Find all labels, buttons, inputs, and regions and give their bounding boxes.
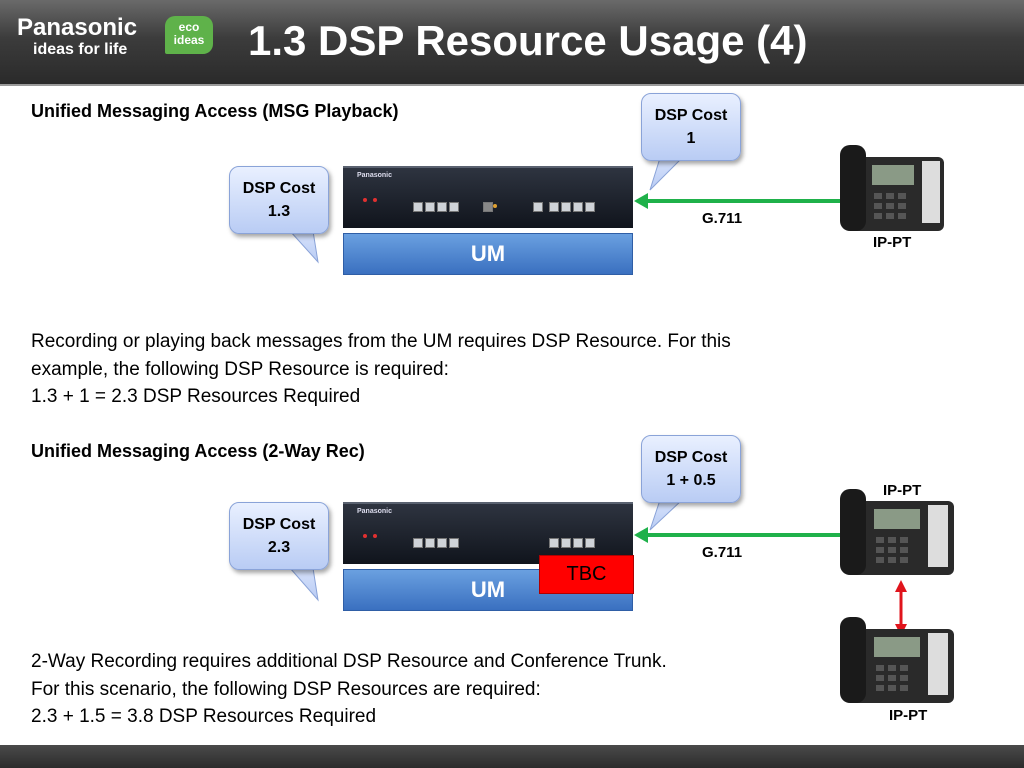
callout-tail-s1-right [649,157,684,191]
codec-label-s1: G.711 [702,210,743,227]
desc-line: example, the following DSP Resource is r… [31,358,449,380]
dsp-cost-callout-phone-s1: DSP Cost 1 [641,93,741,161]
port-icon [425,538,435,548]
led-icon [373,198,377,202]
port-icon [561,538,571,548]
desc-line: 1.3 + 1 = 2.3 DSP Resources Required [31,386,361,407]
device-brand-mark: Panasonic [357,508,393,515]
callout-tail-s2-right [649,499,684,531]
phone-label-s1: IP-PT [873,234,912,251]
section1-description: Recording or playing back messages from … [31,328,731,411]
dsp-cost-callout-um-s1: DSP Cost 1.3 [229,166,329,234]
port-icon [573,538,583,548]
port-icon [413,202,423,212]
callout-line2: 2.3 [267,539,291,556]
led-icon [373,534,377,538]
callout-line1: DSP Cost [654,107,728,124]
port-icon [425,202,435,212]
codec-label-s2: G.711 [702,544,743,561]
port-icon [561,202,571,212]
dsp-cost-callout-um-s2: DSP Cost 2.3 [229,502,329,570]
callout-line1: DSP Cost [654,449,728,466]
phone-bottom-label-s2: IP-PT [889,707,928,724]
port-icon [413,538,423,548]
desc-line: 2.3 + 1.5 = 3.8 DSP Resources Required [31,706,377,727]
port-icon [549,202,559,212]
callout-line1: DSP Cost [242,516,316,533]
ip-phone-icon [840,617,954,703]
um-label-bar: UM [343,233,633,275]
port-icon [585,202,595,212]
port-icon [483,202,493,212]
port-icon [437,202,447,212]
port-icon [533,202,543,212]
ip-phone-icon [840,489,954,575]
callout-line2: 1 + 0.5 [666,472,716,489]
section2-heading: Unified Messaging Access (2-Way Rec) [31,441,365,461]
callout-tail-s1-left [288,230,319,264]
desc-line: For this scenario, the following DSP Res… [31,678,541,700]
callout-line2: 1 [686,130,696,147]
callout-line2: 1.3 [267,203,291,220]
footer-bar [0,745,1024,768]
led-icon [363,198,367,202]
port-icon [437,538,447,548]
led-icon [493,204,497,208]
port-icon [549,538,559,548]
um-device-icon: Panasonic [343,166,633,228]
port-icon [449,202,459,212]
port-icon [585,538,595,548]
dsp-cost-callout-phone-s2: DSP Cost 1 + 0.5 [641,435,741,503]
section2-description: 2-Way Recording requires additional DSP … [31,648,667,731]
ip-phone-icon [840,145,944,231]
callout-line1: DSP Cost [242,180,316,197]
port-icon [449,538,459,548]
led-icon [363,534,367,538]
desc-line: 2-Way Recording requires additional DSP … [31,651,667,672]
port-icon [573,202,583,212]
device-brand-mark: Panasonic [357,172,393,179]
tbc-badge: TBC [539,555,634,594]
callout-tail-s2-left [288,567,319,602]
desc-line: Recording or playing back messages from … [31,331,731,352]
